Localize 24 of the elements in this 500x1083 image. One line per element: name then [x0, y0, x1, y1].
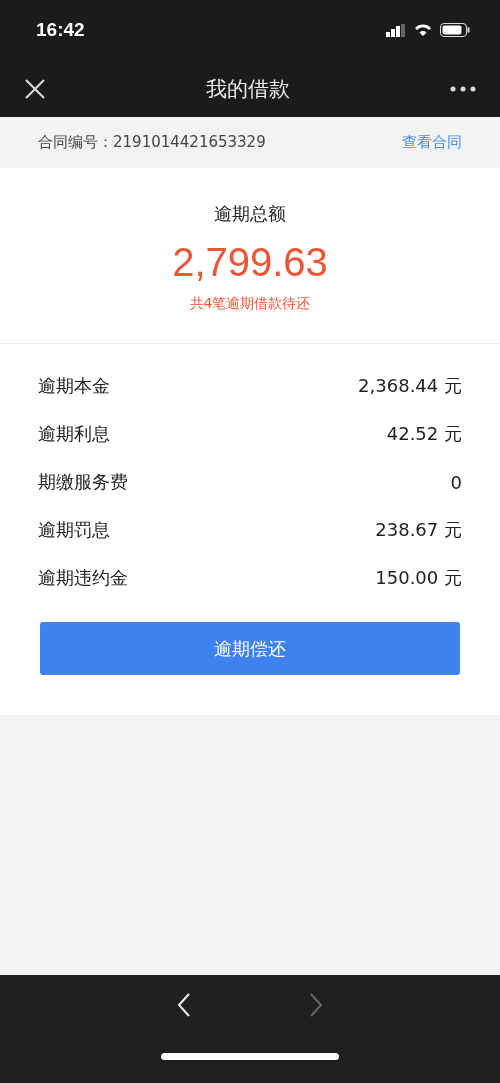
battery-icon [440, 23, 470, 37]
detail-label: 期缴服务费 [38, 470, 128, 494]
more-button[interactable] [450, 85, 476, 92]
status-time: 16:42 [36, 19, 85, 41]
back-button[interactable] [177, 993, 191, 1017]
overdue-note: 共4笔逾期借款待还 [189, 295, 311, 313]
repay-button[interactable]: 逾期偿还 [40, 622, 460, 675]
detail-value: 150.00 元 [375, 566, 462, 590]
detail-label: 逾期罚息 [38, 518, 110, 542]
detail-value: 2,368.44 元 [358, 374, 462, 398]
close-button[interactable] [24, 77, 46, 100]
view-contract-link[interactable]: 查看合同 [402, 133, 462, 152]
detail-label: 逾期利息 [38, 422, 110, 446]
contract-number: 合同编号：2191014421653329 [38, 133, 266, 152]
wifi-icon [414, 23, 432, 37]
detail-label: 逾期违约金 [38, 566, 128, 590]
detail-value: 238.67 元 [375, 518, 462, 542]
page-title: 我的借款 [206, 75, 290, 103]
detail-value: 42.52 元 [386, 422, 462, 446]
overdue-total-label: 逾期总额 [214, 202, 286, 226]
overdue-total-amount: 2,799.63 [172, 240, 328, 285]
detail-value: 0 [450, 471, 462, 493]
signal-icon [386, 23, 406, 37]
detail-label: 逾期本金 [38, 374, 110, 398]
